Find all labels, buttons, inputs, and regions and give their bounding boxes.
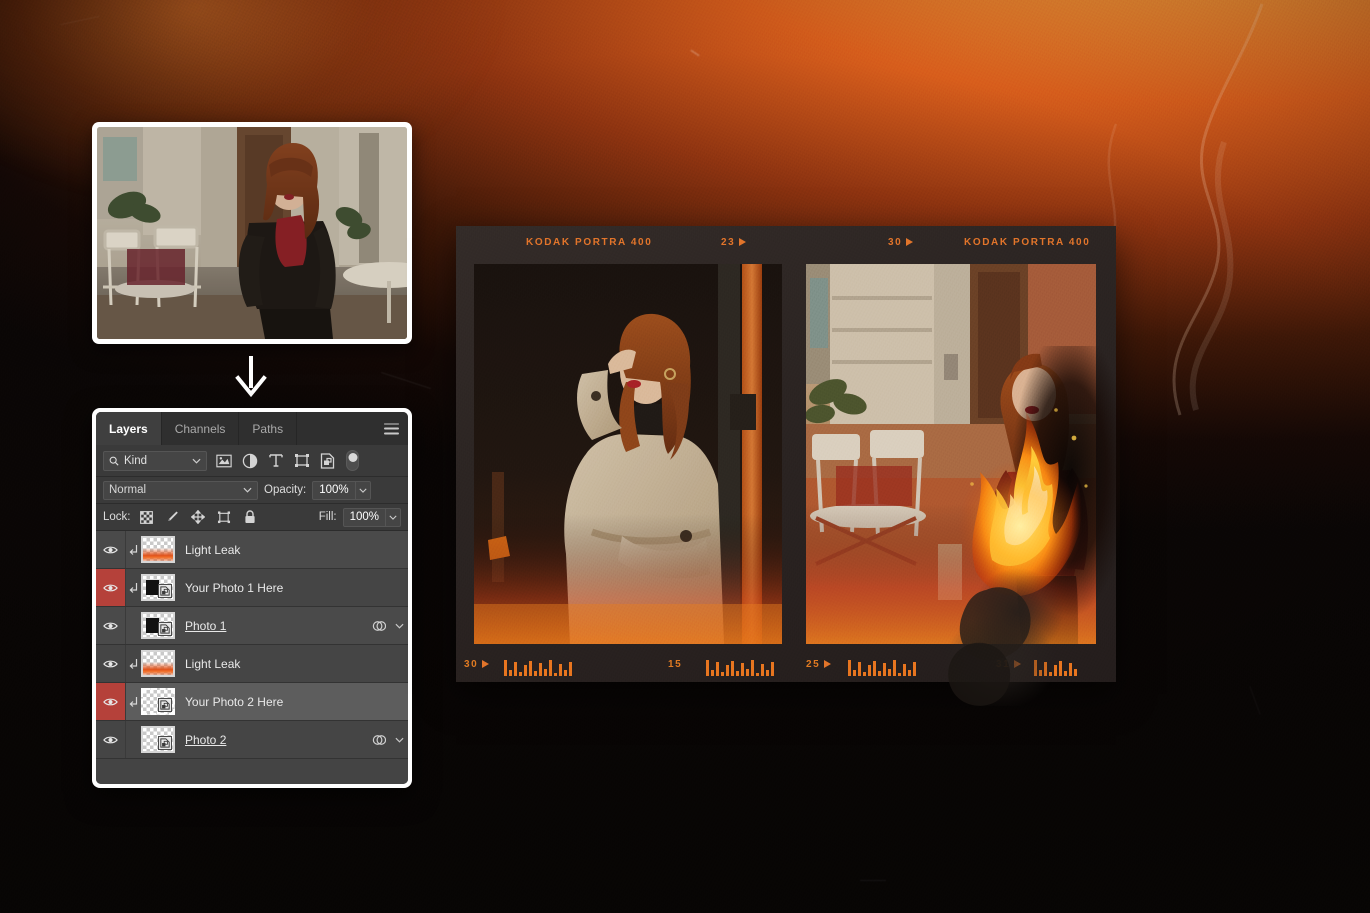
search-icon — [109, 456, 119, 466]
film-advance-arrow-icon — [739, 238, 746, 246]
opacity-value: 100% — [313, 484, 354, 496]
filter-kind-select[interactable]: Kind — [103, 451, 207, 471]
lock-image-icon[interactable] — [163, 508, 182, 527]
clipping-mask-icon — [126, 582, 141, 594]
layer-name-label: Light Leak — [175, 543, 368, 557]
flow-arrow — [232, 356, 270, 400]
lock-row: Lock: — [96, 504, 408, 531]
layer-visibility-toggle[interactable] — [96, 721, 126, 758]
film-frame-1 — [474, 264, 782, 644]
layer-row[interactable]: Your Photo 2 Here — [96, 683, 408, 721]
layer-name-label: Your Photo 1 Here — [175, 581, 368, 595]
layer-row[interactable]: Light Leak — [96, 531, 408, 569]
layer-thumbnail[interactable] — [141, 612, 175, 639]
layer-filter-row: Kind — [96, 445, 408, 477]
layer-name-label: Light Leak — [175, 657, 368, 671]
shape-layer-icon[interactable] — [292, 451, 311, 470]
lock-transparency-icon[interactable] — [137, 508, 156, 527]
film-bottom-edge-markings: 30 15 25 31 — [456, 650, 1116, 678]
film-advance-arrow-icon — [482, 660, 489, 668]
film-top-edge-markings: KODAK PORTRA 400 23 30 KODAK PORTRA 400 — [456, 228, 1116, 256]
blend-mode-row: Normal Opacity: 100% — [96, 477, 408, 504]
opacity-label: Opacity: — [264, 484, 306, 496]
layer-expand-chevron-icon[interactable] — [390, 737, 408, 743]
layers-panel: Layers Channels Paths Kind — [92, 408, 412, 788]
layer-visibility-toggle[interactable] — [96, 531, 126, 568]
tab-layers[interactable]: Layers — [96, 412, 162, 445]
layers-list: Light Leak Your Photo 1 Here Photo 1 Light … — [96, 531, 408, 784]
layer-row[interactable]: Your Photo 1 Here — [96, 569, 408, 607]
layer-name-label: Your Photo 2 Here — [175, 695, 368, 709]
film-edge-text: 23 — [721, 237, 746, 248]
clipping-mask-icon — [126, 544, 141, 556]
layer-thumbnail[interactable] — [141, 688, 175, 715]
film-barcode-marking — [1034, 658, 1077, 676]
film-advance-arrow-icon — [1014, 660, 1021, 668]
layer-row[interactable]: Photo 1 — [96, 607, 408, 645]
film-barcode-marking — [848, 658, 916, 676]
layer-name-label: Photo 2 — [175, 733, 368, 747]
layer-effects-icon[interactable] — [368, 620, 390, 632]
layer-visibility-toggle[interactable] — [96, 645, 126, 682]
film-edge-text: KODAK PORTRA 400 — [964, 237, 1090, 248]
tab-channels-label: Channels — [175, 422, 226, 436]
lock-all-icon[interactable] — [241, 508, 260, 527]
film-barcode-marking — [504, 658, 572, 676]
layer-row[interactable]: Light Leak — [96, 645, 408, 683]
layer-name-label: Photo 1 — [175, 619, 368, 633]
hamburger-menu-icon[interactable] — [384, 423, 399, 434]
layer-visibility-toggle[interactable] — [96, 607, 126, 644]
fill-label: Fill: — [319, 511, 337, 523]
fill-stepper[interactable] — [385, 509, 400, 526]
type-layer-icon[interactable] — [266, 451, 285, 470]
lock-label: Lock: — [103, 511, 131, 523]
blend-mode-select[interactable]: Normal — [103, 481, 258, 500]
tab-layers-label: Layers — [109, 422, 148, 436]
lock-position-icon[interactable] — [189, 508, 208, 527]
layer-effects-icon[interactable] — [368, 734, 390, 746]
layer-visibility-toggle[interactable] — [96, 569, 126, 606]
film-edge-text: 31 — [996, 659, 1021, 670]
film-barcode-marking — [706, 658, 774, 676]
film-edge-text: 30 — [464, 659, 489, 670]
chevron-down-icon — [243, 487, 252, 493]
layer-row[interactable]: Photo 2 — [96, 721, 408, 759]
opacity-stepper[interactable] — [355, 482, 370, 499]
smart-object-icon[interactable] — [318, 451, 337, 470]
layer-thumbnail[interactable] — [141, 726, 175, 753]
film-edge-text: 25 — [806, 659, 831, 670]
film-advance-arrow-icon — [824, 660, 831, 668]
original-photo-preview — [92, 122, 412, 344]
film-strip-result: KODAK PORTRA 400 23 30 KODAK PORTRA 400 30 1… — [456, 226, 1116, 682]
layer-thumbnail[interactable] — [141, 536, 175, 563]
adjustment-layer-icon[interactable] — [240, 451, 259, 470]
fill-field[interactable]: 100% — [343, 508, 401, 527]
film-edge-text: 15 — [668, 659, 682, 670]
clipping-mask-icon — [126, 696, 141, 708]
tab-paths[interactable]: Paths — [239, 412, 297, 445]
down-arrow-icon — [232, 356, 270, 400]
blend-mode-value: Normal — [109, 484, 243, 496]
layer-thumbnail[interactable] — [141, 574, 175, 601]
filter-toggle-switch[interactable] — [346, 450, 359, 471]
chevron-down-icon — [192, 458, 201, 464]
panel-tab-bar: Layers Channels Paths — [96, 412, 408, 445]
film-advance-arrow-icon — [906, 238, 913, 246]
layer-visibility-toggle[interactable] — [96, 683, 126, 720]
tab-channels[interactable]: Channels — [162, 412, 240, 445]
pixel-layer-icon[interactable] — [214, 451, 233, 470]
layer-expand-chevron-icon[interactable] — [390, 623, 408, 629]
tab-paths-label: Paths — [252, 422, 283, 436]
burn-hole-effect — [990, 346, 1120, 646]
opacity-field[interactable]: 100% — [312, 481, 370, 500]
filter-kind-label: Kind — [124, 455, 187, 467]
film-edge-text: 30 — [888, 237, 913, 248]
preview-photo-image — [97, 127, 407, 339]
film-edge-text: KODAK PORTRA 400 — [526, 237, 652, 248]
fill-value: 100% — [344, 511, 385, 523]
clipping-mask-icon — [126, 658, 141, 670]
layer-thumbnail[interactable] — [141, 650, 175, 677]
lock-artboard-icon[interactable] — [215, 508, 234, 527]
